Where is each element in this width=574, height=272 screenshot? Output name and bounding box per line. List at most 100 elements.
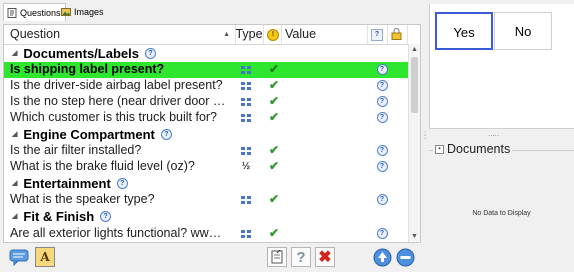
question-text: Which customer is this truck built for?: [10, 110, 218, 124]
check-icon: ✔: [268, 226, 280, 240]
edit-notes-button[interactable]: [267, 247, 287, 267]
help-column-icon: ?: [371, 29, 383, 41]
red-x-icon: ✖: [318, 249, 332, 266]
tab-images-label: Images: [74, 6, 104, 17]
question-text: Are all exterior lights functional? www.…: [10, 226, 227, 240]
check-icon: ✔: [268, 192, 280, 206]
remove-button[interactable]: [395, 247, 415, 267]
collapse-triangle-icon[interactable]: ◢: [12, 175, 17, 192]
up-arrow-circle-icon: [373, 248, 391, 266]
column-value-label: Value: [285, 27, 317, 41]
help-icon[interactable]: ?: [376, 78, 388, 93]
table-row[interactable]: Is the no step here (near driver door - …: [4, 94, 408, 110]
group-entertainment[interactable]: ◢ Entertainment ?: [4, 175, 408, 192]
check-icon: ✔: [268, 62, 280, 76]
tab-questions[interactable]: Questions: [3, 3, 66, 21]
help-icon[interactable]: ?: [376, 62, 388, 77]
no-button[interactable]: No: [494, 12, 552, 50]
check-icon: ✔: [268, 94, 280, 108]
help-icon[interactable]: ?: [144, 48, 156, 59]
documents-title: Documents: [447, 142, 511, 156]
help-icon[interactable]: ?: [376, 143, 388, 158]
collapse-triangle-icon[interactable]: ◢: [12, 45, 17, 62]
column-header-type[interactable]: Type: [235, 25, 264, 44]
help-icon[interactable]: ?: [376, 110, 388, 125]
group-label: Documents/Labels: [23, 46, 139, 61]
group-engine-compartment[interactable]: ◢ Engine Compartment ?: [4, 126, 408, 143]
grid-header: Question ▲ Type ! Value ?: [4, 25, 420, 45]
help-icon[interactable]: ?: [376, 192, 388, 207]
column-header-question[interactable]: Question ▲: [4, 25, 236, 44]
help-icon[interactable]: ?: [100, 211, 112, 222]
table-row[interactable]: Is shipping label present? ✔ ?: [4, 62, 408, 78]
vertical-scrollbar[interactable]: ▲ ▼: [408, 44, 420, 242]
images-tab-icon: [61, 7, 71, 16]
empty-state-text: No Data to Display: [472, 210, 531, 217]
type-grid-icon: [237, 110, 255, 125]
questions-tab-icon: [7, 7, 17, 18]
tab-bar: Questions Images: [0, 0, 423, 22]
question-text: Is the no step here (near driver door - …: [10, 94, 227, 108]
column-header-value[interactable]: Value: [281, 25, 368, 44]
check-icon: ✔: [268, 110, 280, 124]
comment-button[interactable]: [9, 247, 29, 267]
letter-a-icon: A: [40, 250, 50, 264]
question-text: Is the driver-side airbag label present?: [10, 78, 223, 92]
documents-header[interactable]: ▪ Documents: [433, 142, 513, 156]
column-question-label: Question: [10, 27, 61, 41]
table-row[interactable]: Are all exterior lights functional? www.…: [4, 226, 408, 242]
question-text: What is the speaker type?: [10, 192, 155, 206]
text-format-button[interactable]: A: [35, 247, 55, 267]
type-fraction-icon: ½: [241, 161, 251, 172]
questions-panel: Questions Images Question ▲ Type ! Value: [0, 0, 423, 271]
help-icon[interactable]: ?: [376, 94, 388, 109]
panel-splitter[interactable]: .....: [429, 128, 574, 142]
type-grid-icon: [237, 226, 255, 241]
questions-grid: Question ▲ Type ! Value ? ◢ Documents/La…: [3, 24, 421, 243]
collapse-box-icon[interactable]: ▪: [435, 144, 444, 154]
group-documents-labels[interactable]: ◢ Documents/Labels ?: [4, 45, 408, 62]
table-row[interactable]: Which customer is this truck built for? …: [4, 110, 408, 126]
type-grid-icon: [237, 192, 255, 207]
tab-questions-label: Questions: [20, 7, 61, 18]
check-icon: ✔: [268, 143, 280, 157]
move-up-button[interactable]: [372, 247, 392, 267]
collapse-triangle-icon[interactable]: ◢: [12, 208, 17, 225]
splitter-grip: .....: [488, 129, 500, 138]
help-button[interactable]: ?: [291, 247, 311, 267]
column-header-lock[interactable]: [387, 25, 408, 44]
answer-panel: Yes No ..... ▪ Documents No Data to Disp…: [429, 0, 574, 271]
help-icon[interactable]: ?: [376, 159, 388, 174]
panel-splitter-vertical[interactable]: ::: [424, 130, 428, 141]
scroll-up-icon[interactable]: ▲: [409, 44, 420, 55]
column-header-status[interactable]: !: [263, 25, 282, 44]
help-icon[interactable]: ?: [376, 226, 388, 241]
group-fit-finish[interactable]: ◢ Fit & Finish ?: [4, 208, 408, 225]
table-row[interactable]: What is the speaker type? ✔ ?: [4, 192, 408, 208]
group-label: Entertainment: [23, 176, 111, 191]
delete-button[interactable]: ✖: [315, 247, 335, 267]
check-icon: ✔: [268, 159, 280, 173]
sort-ascending-icon: ▲: [223, 31, 230, 38]
tab-images[interactable]: Images: [58, 3, 108, 20]
table-row[interactable]: What is the brake fluid level (oz)? ½ ✔ …: [4, 159, 408, 175]
group-label: Engine Compartment: [23, 127, 155, 142]
check-icon: ✔: [268, 78, 280, 92]
help-icon[interactable]: ?: [116, 178, 128, 189]
warning-status-icon: !: [267, 29, 279, 41]
yes-button[interactable]: Yes: [435, 12, 493, 50]
group-label: Fit & Finish: [23, 209, 95, 224]
type-grid-icon: [237, 143, 255, 158]
scrollbar-thumb[interactable]: [411, 57, 418, 113]
yes-no-box: Yes No: [429, 4, 574, 129]
type-grid-icon: [237, 94, 255, 109]
help-icon[interactable]: ?: [160, 129, 172, 140]
documents-group: ▪ Documents No Data to Display: [429, 142, 574, 271]
column-header-help[interactable]: ?: [367, 25, 388, 44]
scroll-down-icon[interactable]: ▼: [409, 231, 420, 242]
type-grid-icon: [237, 62, 255, 77]
collapse-triangle-icon[interactable]: ◢: [12, 126, 17, 143]
table-row[interactable]: Is the driver-side airbag label present?…: [4, 78, 408, 94]
question-text: What is the brake fluid level (oz)?: [10, 159, 195, 173]
table-row[interactable]: Is the air filter installed? ✔ ?: [4, 143, 408, 159]
